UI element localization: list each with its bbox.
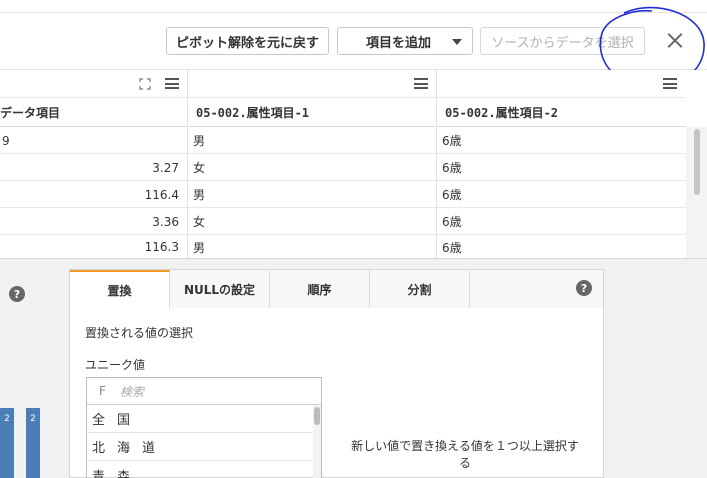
table-cell: 116.4 [0, 181, 188, 208]
table-cell: 9 [0, 127, 188, 154]
table-cell: 3.36 [0, 208, 188, 235]
column-header-3-toolbar [437, 70, 686, 98]
table-cell: 6歳 [442, 215, 462, 229]
search-input[interactable]: 検索 [120, 383, 144, 400]
filter-icon: F [99, 384, 106, 398]
dialog-tabs: 置換 NULLの設定 順序 分割 ? [70, 270, 603, 309]
table-row: 9 男 6歳 [0, 127, 686, 154]
data-table: データ項目 05-002.属性項目-1 05-002.属性項目-2 9 男 6歳… [0, 70, 707, 260]
select-values-label: 置換される値の選択 [85, 326, 194, 340]
list-item[interactable]: 青森 [87, 461, 313, 478]
column-header[interactable]: データ項目 [0, 98, 188, 127]
scrollbar-thumb[interactable] [314, 407, 320, 425]
table-cell: 116.3 [0, 235, 188, 259]
table-cell: 6歳 [442, 161, 462, 175]
table-cell: 6歳 [442, 188, 462, 202]
table-row: 3.27 女 6歳 [0, 154, 686, 181]
table-cell: 6歳 [442, 134, 462, 148]
selection-hint: 新しい値で置き換える値を１つ以上選択する [351, 439, 579, 470]
help-icon[interactable]: ? [9, 286, 25, 302]
table-cell: 3.27 [0, 154, 188, 181]
unique-values-list: F 検索 全国 北海道 青森 [86, 377, 322, 478]
add-item-label: 項目を追加 [366, 35, 432, 51]
table-row: 116.4 男 6歳 [0, 181, 686, 208]
toolbar: ピボット解除を元に戻す 項目を追加 ソースからデータを選択 [0, 0, 707, 70]
scrollbar-thumb[interactable] [694, 129, 700, 195]
column-menu-icon[interactable] [165, 78, 179, 89]
tab-split[interactable]: 分割 [370, 270, 470, 308]
tab-replace[interactable]: 置換 [70, 270, 170, 309]
tab-null-settings[interactable]: NULLの設定 [170, 270, 270, 308]
undo-pivot-button[interactable]: ピボット解除を元に戻す [166, 27, 329, 55]
table-cell: 男 [188, 127, 437, 154]
add-item-button[interactable]: 項目を追加 [337, 27, 473, 55]
table-row: 116.3 男 6歳 [0, 235, 686, 259]
search-box[interactable]: F 検索 [87, 378, 321, 405]
replace-dialog: 置換 NULLの設定 順序 分割 ? 置換される値の選択 ユニーク値 F 検索 … [69, 269, 604, 478]
table-cell: 男 [188, 181, 437, 208]
table-scrollbar[interactable] [686, 127, 707, 260]
list-scrollbar[interactable] [313, 405, 321, 478]
column-header-1-toolbar [0, 70, 188, 98]
list-item[interactable]: 全国 [87, 405, 313, 433]
table-cell: 6歳 [442, 240, 462, 255]
histogram-bar[interactable]: 2 [0, 408, 14, 478]
table-cell: 男 [188, 235, 437, 259]
table-cell: 女 [188, 154, 437, 181]
expand-icon[interactable] [139, 78, 151, 90]
list-item[interactable]: 北海道 [87, 433, 313, 461]
table-cell: 女 [188, 208, 437, 235]
tab-order[interactable]: 順序 [270, 270, 370, 308]
table-row: 3.36 女 6歳 [0, 208, 686, 235]
select-source-data-button[interactable]: ソースからデータを選択 [480, 27, 645, 55]
close-icon[interactable] [664, 30, 686, 52]
histogram-bar[interactable]: 2 [26, 408, 40, 478]
help-icon[interactable]: ? [576, 280, 592, 296]
toolbar-divider [0, 12, 707, 13]
column-menu-icon[interactable] [663, 78, 677, 89]
unique-values-label: ユニーク値 [85, 358, 146, 372]
column-header[interactable]: 05-002.属性項目-1 [188, 98, 437, 127]
column-header-2-toolbar [188, 70, 437, 98]
column-header[interactable]: 05-002.属性項目-2 [437, 98, 686, 127]
column-menu-icon[interactable] [414, 78, 428, 89]
chevron-down-icon [452, 39, 462, 45]
